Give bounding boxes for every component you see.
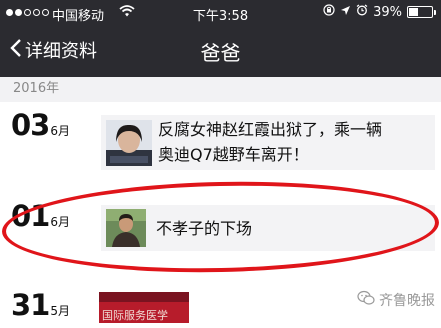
entry-day: 31 <box>11 288 50 322</box>
top-bar: 中国移动 下午3:58 39% 详细资料 爸爸 <box>0 0 441 77</box>
battery-percent: 39% <box>373 4 402 20</box>
entry-date: 036月 <box>11 108 70 142</box>
thumbnail-caption: 国际服务医学 <box>102 309 168 322</box>
entry-date: 315月 <box>11 288 70 322</box>
page-title: 爸爸 <box>200 41 241 65</box>
entry-month: 6月 <box>50 124 70 138</box>
entry-day: 03 <box>11 108 50 142</box>
alarm-clock-icon <box>356 4 368 20</box>
shared-image-thumbnail[interactable]: 国际服务医学 <box>99 292 189 323</box>
article-title-line2: 奥迪Q7越野车离开！ <box>158 145 309 164</box>
watermark: 齐鲁晚报 <box>357 290 435 310</box>
rotation-lock-icon <box>323 4 335 20</box>
timeline-entry: 036月 反腐女神赵红霞出狱了，乘一辆 奥迪Q7越野车离开！ <box>0 108 441 170</box>
article-title-line1: 反腐女神赵红霞出狱了，乘一辆 <box>158 120 383 139</box>
wechat-icon <box>357 290 375 310</box>
entry-month: 5月 <box>50 304 70 318</box>
year-header: 2016年 <box>0 77 441 102</box>
navigation-bar: 详细资料 爸爸 <box>0 26 441 77</box>
status-bar: 中国移动 下午3:58 39% <box>0 0 441 26</box>
watermark-text: 齐鲁晚报 <box>379 293 435 309</box>
shared-article-card[interactable]: 反腐女神赵红霞出狱了，乘一辆 奥迪Q7越野车离开！ <box>101 115 435 170</box>
article-thumbnail <box>106 120 152 170</box>
location-arrow-icon <box>340 5 351 20</box>
battery-icon <box>407 6 436 18</box>
